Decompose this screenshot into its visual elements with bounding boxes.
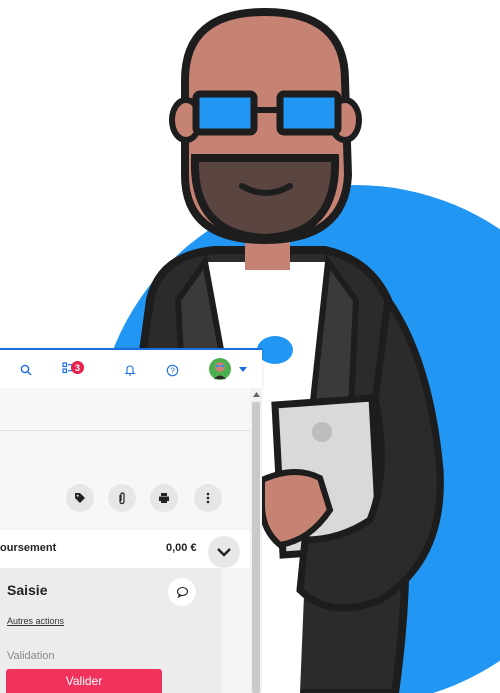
- scroll-up-icon[interactable]: [250, 388, 262, 400]
- scroll-thumb[interactable]: [252, 402, 260, 693]
- step-title: Saisie: [7, 582, 48, 598]
- chevron-down-icon: [217, 547, 231, 557]
- svg-text:?: ?: [170, 366, 175, 375]
- attachment-button[interactable]: [108, 484, 136, 512]
- tag-icon: [75, 493, 85, 503]
- summary-label: oursement: [0, 542, 57, 554]
- validate-button[interactable]: Valider: [6, 669, 162, 693]
- beard: [190, 154, 340, 243]
- tie: [257, 336, 293, 364]
- paperclip-icon: [119, 491, 125, 504]
- divider: [0, 430, 250, 431]
- caret-down-icon[interactable]: [236, 358, 250, 382]
- step-card: Saisie Autres actions Validation Valider: [0, 568, 222, 693]
- search-icon[interactable]: [14, 358, 38, 382]
- print-button[interactable]: [150, 484, 178, 512]
- summary-amount: 0,00 €: [166, 542, 197, 554]
- avatar[interactable]: [206, 355, 234, 383]
- more-actions-link[interactable]: Autres actions: [7, 616, 64, 626]
- printer-icon: [159, 493, 169, 503]
- collapse-button[interactable]: [208, 536, 240, 568]
- comment-button[interactable]: [168, 578, 196, 606]
- bell-icon[interactable]: [118, 358, 142, 382]
- notification-badge: 3: [71, 361, 84, 374]
- comment-icon: [176, 586, 188, 598]
- help-icon[interactable]: ?: [160, 358, 184, 382]
- more-button[interactable]: [194, 484, 222, 512]
- glasses-right: [276, 90, 342, 136]
- validation-caption: Validation: [7, 650, 55, 662]
- glasses-left: [192, 90, 258, 136]
- more-icon: [206, 492, 210, 504]
- scrollbar[interactable]: [250, 388, 262, 693]
- tag-button[interactable]: [66, 484, 94, 512]
- tasks-button[interactable]: 3: [56, 358, 84, 382]
- top-toolbar: 3 ?: [0, 348, 262, 388]
